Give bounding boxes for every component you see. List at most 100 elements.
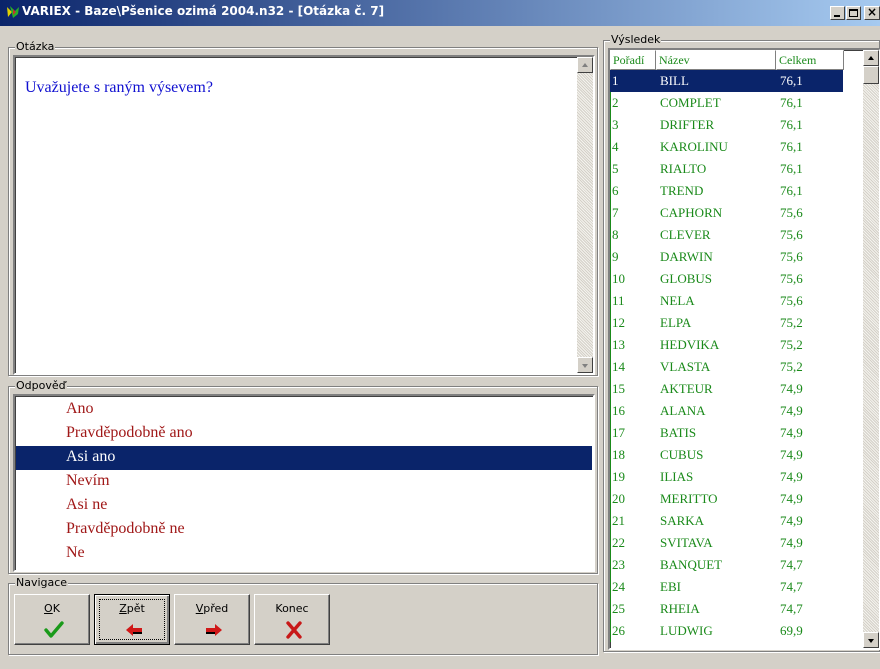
name-cell: DARWIN (660, 249, 713, 264)
total-cell: 75,6 (780, 293, 803, 308)
total-cell: 74,7 (780, 601, 803, 616)
back-rest: pět (126, 602, 145, 615)
table-row[interactable]: 22 SVITAVA 74,9 (610, 532, 843, 554)
rank-cell: 12 (612, 315, 625, 330)
scroll-up-button[interactable] (577, 57, 593, 73)
table-row[interactable]: 15 AKTEUR 74,9 (610, 378, 843, 400)
table-row[interactable]: 8 CLEVER 75,6 (610, 224, 843, 246)
rank-cell: 10 (612, 271, 625, 286)
table-row[interactable]: 11 NELA 75,6 (610, 290, 843, 312)
rank-divider (610, 180, 611, 202)
answer-option[interactable]: Asi ne (16, 494, 592, 518)
rank-cell: 26 (612, 623, 625, 638)
ok-button[interactable]: OK (14, 594, 90, 645)
navigation-buttons: OK Zpět Vpřed Konec (14, 594, 334, 648)
table-row[interactable]: 23 BANQUET 74,7 (610, 554, 843, 576)
table-row[interactable]: 10 GLOBUS 75,6 (610, 268, 843, 290)
table-row[interactable]: 6 TREND 76,1 (610, 180, 843, 202)
total-cell: 74,9 (780, 513, 803, 528)
answer-option[interactable]: Nevím (16, 470, 592, 494)
answer-list[interactable]: Ano Pravděpodobně ano Asi ano Nevím Asi ne Pr… (13, 394, 595, 572)
answer-group: Odpověď Ano Pravděpodobně ano Asi ano Nevím… (8, 379, 598, 574)
result-scroll-thumb[interactable] (863, 66, 879, 84)
answer-option[interactable]: Ano (16, 398, 592, 422)
name-cell: COMPLET (660, 95, 721, 110)
question-scrollbar[interactable] (577, 57, 593, 373)
exit-button[interactable]: Konec (254, 594, 330, 645)
minimize-button[interactable] (830, 6, 845, 20)
rank-divider (610, 158, 611, 180)
rank-divider (610, 202, 611, 224)
rank-divider (610, 92, 611, 114)
forward-button[interactable]: Vpřed (174, 594, 250, 645)
result-table[interactable]: Pořadí Název Celkem 1 BILL 76,1 2 COMPLET 76,… (608, 48, 880, 650)
table-row[interactable]: 3 DRIFTER 76,1 (610, 114, 843, 136)
table-row[interactable]: 4 KAROLINU 76,1 (610, 136, 843, 158)
table-row[interactable]: 13 HEDVIKA 75,2 (610, 334, 843, 356)
close-button[interactable]: × (864, 5, 880, 20)
scroll-down-button[interactable] (577, 357, 593, 373)
scroll-down-icon (582, 364, 588, 368)
rank-divider (610, 620, 611, 642)
result-table-header: Pořadí Název Celkem (610, 50, 879, 70)
rank-cell: 6 (612, 183, 619, 198)
rank-cell: 8 (612, 227, 619, 242)
arrow-left-icon (126, 624, 142, 636)
result-scrollbar[interactable] (863, 50, 879, 648)
table-row[interactable]: 18 CUBUS 74,9 (610, 444, 843, 466)
table-row[interactable]: 12 ELPA 75,2 (610, 312, 843, 334)
table-row[interactable]: 14 VLASTA 75,2 (610, 356, 843, 378)
total-cell: 75,2 (780, 337, 803, 352)
rank-divider (610, 334, 611, 356)
table-row[interactable]: 25 RHEIA 74,7 (610, 598, 843, 620)
rank-cell: 24 (612, 579, 625, 594)
question-legend: Otázka (15, 40, 56, 54)
table-row[interactable]: 24 EBI 74,7 (610, 576, 843, 598)
rank-cell: 1 (612, 73, 619, 88)
answer-option[interactable]: Ne (16, 542, 592, 566)
table-row[interactable]: 17 BATIS 74,9 (610, 422, 843, 444)
name-cell: EBI (660, 579, 681, 594)
ok-button-label: OK (15, 602, 89, 615)
table-row[interactable]: 16 ALANA 74,9 (610, 400, 843, 422)
total-cell: 74,9 (780, 403, 803, 418)
result-scroll-up-button[interactable] (863, 50, 879, 66)
table-row[interactable]: 19 ILIAS 74,9 (610, 466, 843, 488)
table-row[interactable]: 2 COMPLET 76,1 (610, 92, 843, 114)
rank-divider (610, 356, 611, 378)
rank-divider (610, 466, 611, 488)
column-header-rank[interactable]: Pořadí (610, 50, 656, 70)
back-button[interactable]: Zpět (94, 594, 170, 645)
table-row[interactable]: 21 SARKA 74,9 (610, 510, 843, 532)
check-icon (44, 621, 64, 638)
name-cell: NELA (660, 293, 695, 308)
total-cell: 74,9 (780, 425, 803, 440)
answer-option[interactable]: Asi ano (16, 446, 592, 470)
total-cell: 74,9 (780, 535, 803, 550)
table-row[interactable]: 20 MERITTO 74,9 (610, 488, 843, 510)
table-row[interactable]: 26 LUDWIG 69,9 (610, 620, 843, 642)
close-icon: × (867, 5, 878, 19)
total-cell: 75,2 (780, 315, 803, 330)
column-header-name[interactable]: Název (656, 50, 776, 70)
table-row[interactable]: 9 DARWIN 75,6 (610, 246, 843, 268)
rank-cell: 18 (612, 447, 625, 462)
arrow-right-icon (206, 624, 222, 636)
answer-option[interactable]: Pravděpodobně ne (16, 518, 592, 542)
table-row[interactable]: 5 RIALTO 76,1 (610, 158, 843, 180)
maximize-button[interactable] (846, 6, 861, 20)
question-textarea[interactable]: Uvažujete s raným výsevem? (13, 55, 595, 375)
table-row[interactable]: 1 BILL 76,1 (610, 70, 843, 92)
rank-cell: 21 (612, 513, 625, 528)
answer-option[interactable]: Pravděpodobně ano (16, 422, 592, 446)
rank-cell: 9 (612, 249, 619, 264)
rank-cell: 5 (612, 161, 619, 176)
table-row[interactable]: 7 CAPHORN 75,6 (610, 202, 843, 224)
forward-button-label: Vpřed (175, 602, 249, 615)
title-bar[interactable]: VARIEX - Baze\Pšenice ozimá 2004.n32 - [… (0, 0, 880, 26)
window-title: VARIEX - Baze\Pšenice ozimá 2004.n32 - [… (22, 4, 385, 18)
result-scroll-down-button[interactable] (863, 632, 879, 648)
name-cell: LUDWIG (660, 623, 713, 638)
navigation-legend: Navigace (15, 576, 69, 590)
column-header-total[interactable]: Celkem (776, 50, 844, 70)
